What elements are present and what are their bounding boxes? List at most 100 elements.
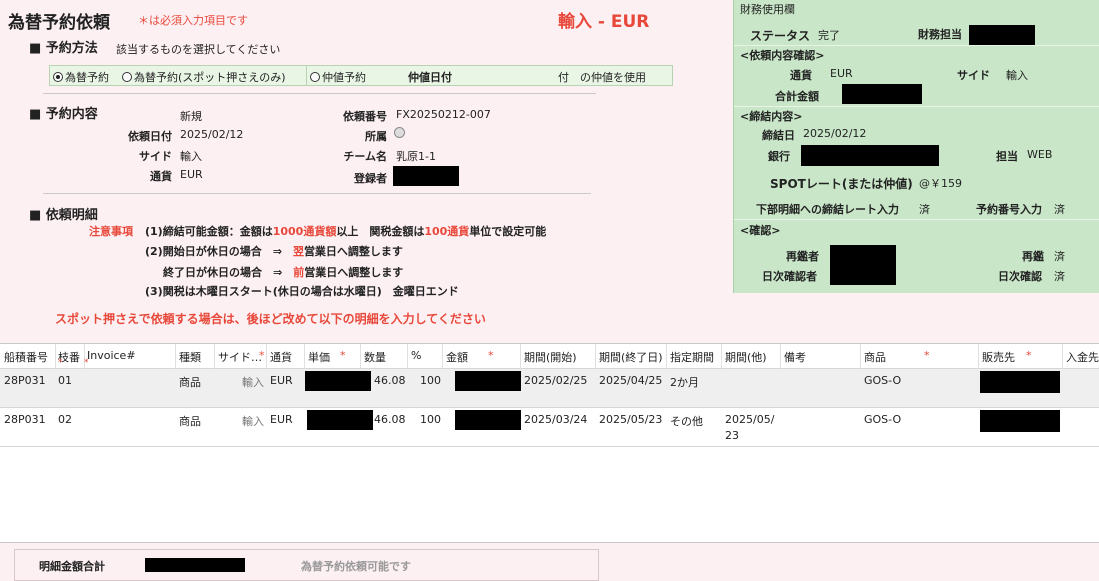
radio-button-icon[interactable] (310, 72, 320, 82)
content-heading: ■ 予約内容 (29, 107, 98, 122)
request-date-label: 依頼日付 (128, 130, 172, 143)
team-value: 乳原1-1 (396, 150, 436, 163)
side-label: サイド (139, 150, 172, 163)
panel-side: 輸入 (1006, 69, 1028, 82)
panel-status: 完了 (818, 29, 840, 42)
note-1: (1)締結可能金額：金額は1000通貨額以上 関税金額は100通貨単位で設定可能 (145, 225, 547, 238)
col-header[interactable]: 金額 (446, 349, 468, 365)
radio-fx-label: 為替予約 (65, 71, 109, 84)
charge-label: 担当 (996, 150, 1018, 163)
status-value: 新規 (180, 110, 202, 123)
col-header[interactable]: 備考 (784, 349, 806, 365)
total-redacted (145, 558, 245, 572)
rate-input-label: 下部明細への締結レート入力 (756, 203, 899, 216)
nakane-date-label: 仲値日付 (408, 71, 452, 84)
finance-panel: 財務使用欄 ステータス 完了 財務担当 <依頼内容確認> 通貨 EUR サイド … (733, 0, 1099, 293)
contract-date-label: 締結日 (762, 129, 795, 142)
col-header[interactable]: 通貨 (270, 349, 292, 365)
daily-checker-label: 日次確認者 (762, 270, 817, 283)
col-header[interactable]: Invoice# (87, 349, 136, 362)
panel-currency-label: 通貨 (790, 69, 812, 82)
col-header[interactable]: 販売先 (982, 349, 1015, 365)
col-header[interactable]: 指定期間 (670, 349, 714, 365)
affiliation-label: 所属 (365, 130, 387, 143)
bank-redacted (801, 145, 939, 166)
direction-currency: 輸入 - EUR (558, 12, 650, 32)
col-header[interactable]: 単価 (308, 349, 330, 365)
review-value: 済 (1054, 250, 1065, 263)
daily-check-label: 日次確認 (998, 270, 1042, 283)
radio-button-icon[interactable] (122, 72, 132, 82)
total-label: 明細金額合計 (39, 560, 105, 573)
col-header[interactable]: 種類 (179, 349, 201, 365)
currency-value: EUR (180, 168, 203, 181)
method-heading: ■ 予約方法 (29, 41, 98, 56)
note-4: (3)関税は木曜日スタート(休日の場合は水曜日) 金曜日エンド (145, 285, 459, 298)
charge-value: WEB (1027, 148, 1053, 161)
check-heading: <確認> (740, 224, 781, 237)
confirm-heading: <依頼内容確認> (740, 49, 825, 62)
affiliation-icon[interactable] (394, 127, 405, 138)
contract-heading: <締結内容> (740, 110, 803, 123)
radio-fx[interactable]: 為替予約 (53, 69, 109, 85)
request-date: 2025/02/12 (180, 128, 244, 141)
radio-fx-spot[interactable]: 為替予約(スポット押さえのみ) (122, 69, 286, 85)
divider (43, 193, 591, 194)
table-row[interactable]: 28P031 02 商品 輸入 EUR 46.08 100 2025/03/24… (0, 408, 1099, 447)
resv-no: 済 (1054, 203, 1065, 216)
col-header[interactable]: サイド… (218, 349, 262, 365)
divider (306, 66, 307, 85)
registrant-redacted (393, 166, 459, 186)
currency-label: 通貨 (150, 170, 172, 183)
panel-status-label: ステータス (750, 29, 811, 43)
radio-button-icon[interactable] (53, 72, 63, 82)
col-header[interactable]: 船積番号 (4, 349, 48, 365)
method-radio-group: 為替予約 為替予約(スポット押さえのみ) 仲値予約 仲値日付 付 の仲値を使用 (49, 65, 673, 86)
required-note: ＊は必須入力項目です (138, 14, 248, 27)
total-redacted (842, 84, 922, 104)
finance-label: 財務担当 (918, 28, 962, 41)
daily-check-value: 済 (1054, 270, 1065, 283)
page-title: 為替予約依頼 (8, 13, 110, 33)
note-2: (2)開始日が休日の場合 ⇒ 翌営業日へ調整します (145, 245, 403, 258)
spot-label: SPOTレート(または仲値) (770, 177, 913, 191)
panel-side-label: サイド (957, 69, 990, 82)
status-text: 為替予約依頼可能です (301, 560, 411, 573)
radio-nakane-label: 仲値予約 (322, 71, 366, 84)
team-label: チーム名 (343, 150, 387, 163)
spot-note: スポット押さえで依頼する場合は、後ほど改めて以下の明細を入力してください (55, 312, 486, 326)
rate-input: 済 (919, 203, 930, 216)
panel-currency: EUR (830, 67, 853, 80)
note-3: 終了日が休日の場合 ⇒ 前営業日へ調整します (163, 266, 404, 279)
divider (43, 93, 596, 94)
reviewer-redacted (830, 245, 896, 285)
col-header[interactable]: 商品 (864, 349, 886, 365)
col-header[interactable]: 数量 (364, 349, 386, 365)
request-no-label: 依頼番号 (343, 110, 387, 123)
bank-label: 銀行 (768, 150, 790, 163)
footer-summary: 明細金額合計 為替予約依頼可能です (14, 549, 599, 581)
col-header[interactable]: 入金先/ (1066, 349, 1099, 365)
col-header[interactable]: % (411, 349, 421, 362)
finance-redacted (969, 25, 1035, 45)
detail-grid: 船積番号 枝番 * Invoice# * 種類 サイド… * 通貨 単価 * 数… (0, 343, 1099, 543)
radio-fx-spot-label: 為替予約(スポット押さえのみ) (134, 71, 286, 84)
col-header[interactable]: 期間(終了日) (599, 349, 663, 365)
panel-title: 財務使用欄 (740, 3, 795, 16)
request-no: FX20250212-007 (396, 108, 491, 121)
notice-label: 注意事項 (89, 225, 133, 238)
nakane-suffix: 付 の仲値を使用 (558, 71, 646, 84)
total-label: 合計金額 (775, 90, 819, 103)
radio-nakane[interactable]: 仲値予約 (310, 69, 366, 85)
resv-no-label: 予約番号入力 (976, 203, 1042, 216)
reviewer-label: 再鑑者 (786, 250, 819, 263)
table-row[interactable]: 28P031 01 商品 輸入 EUR 46.08 100 2025/02/25… (0, 369, 1099, 408)
col-header[interactable]: 期間(他) (725, 349, 767, 365)
side-value: 輸入 (180, 150, 202, 163)
method-hint: 該当するものを選択してください (116, 43, 281, 56)
spot-value: @￥159 (919, 177, 962, 190)
col-header[interactable]: 期間(開始) (524, 349, 577, 365)
registrant-label: 登録者 (354, 172, 387, 185)
review-label: 再鑑 (1022, 250, 1044, 263)
details-heading: ■ 依頼明細 (29, 208, 98, 223)
